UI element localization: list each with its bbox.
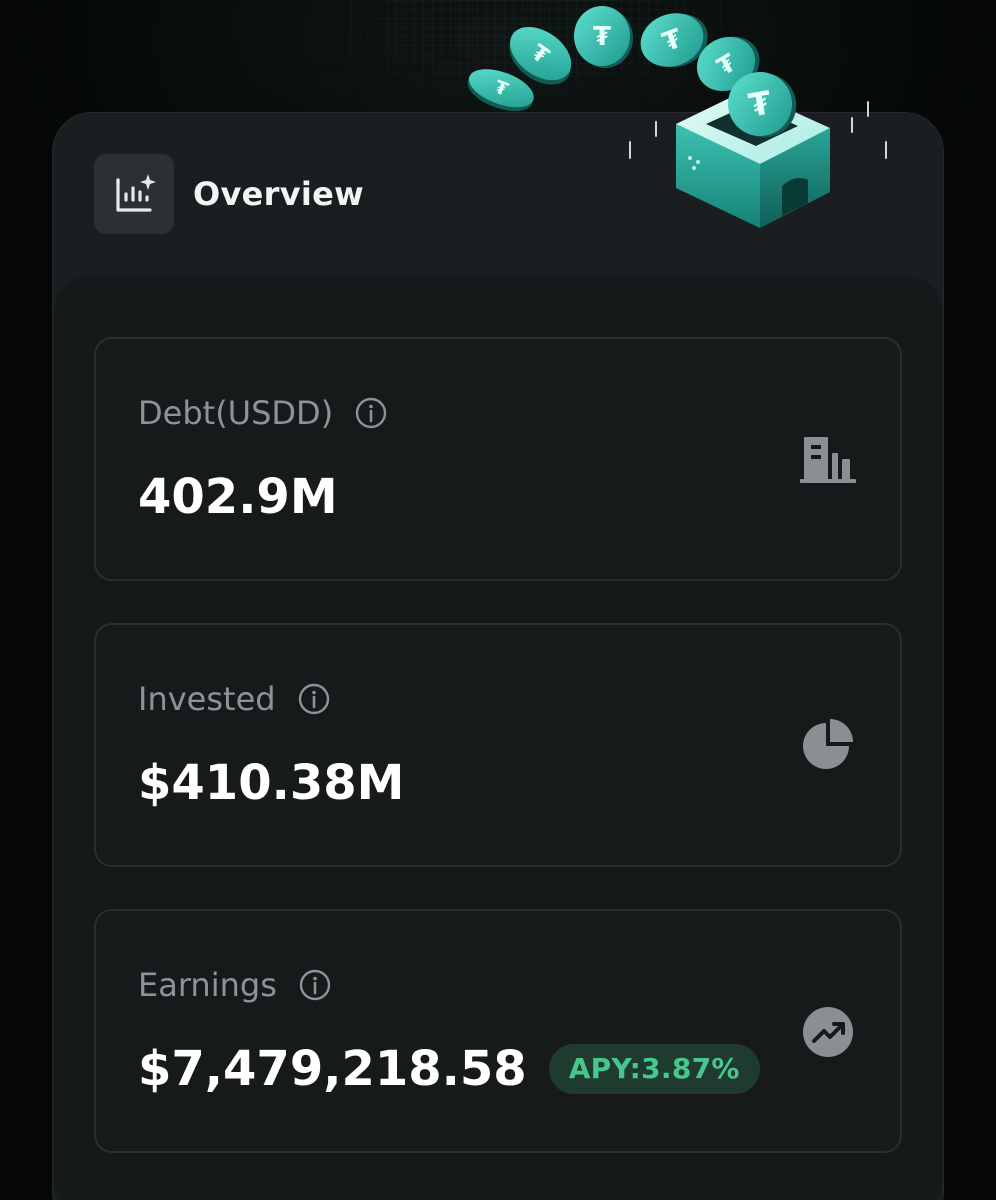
pie-chart-icon [803, 719, 853, 769]
page-title: Overview [193, 175, 365, 213]
earnings-value-row: $7,479,218.58 APY:3.87% [138, 1037, 760, 1101]
usdt-coins-into-box-illustration: ₮ ₮ ₮ ₮ ₮ ₮ [467, 6, 887, 228]
invested-value: $410.38M [138, 755, 405, 811]
earnings-label: Earnings [138, 966, 277, 1004]
invested-label-row: Invested [138, 677, 330, 721]
apy-badge: APY:3.87% [548, 1044, 760, 1094]
svg-text:₮: ₮ [593, 22, 611, 52]
debt-value: 402.9M [138, 469, 338, 525]
invested-card: Invested $410.38M [94, 623, 902, 867]
info-icon[interactable] [299, 969, 331, 1001]
info-icon[interactable] [355, 397, 387, 429]
debt-label-row: Debt(USDD) [138, 391, 387, 435]
info-icon[interactable] [298, 683, 330, 715]
debt-label: Debt(USDD) [138, 394, 334, 432]
earnings-label-row: Earnings [138, 963, 331, 1007]
trending-up-icon [803, 1007, 853, 1057]
earnings-value: $7,479,218.58 [138, 1041, 527, 1097]
analytics-chart-icon [116, 174, 156, 212]
building-icon [800, 437, 856, 483]
debt-card: Debt(USDD) 402.9M [94, 337, 902, 581]
earnings-card: Earnings $7,479,218.58 APY:3.87% [94, 909, 902, 1153]
overview-icon-box [94, 154, 174, 234]
invested-label: Invested [138, 680, 276, 718]
